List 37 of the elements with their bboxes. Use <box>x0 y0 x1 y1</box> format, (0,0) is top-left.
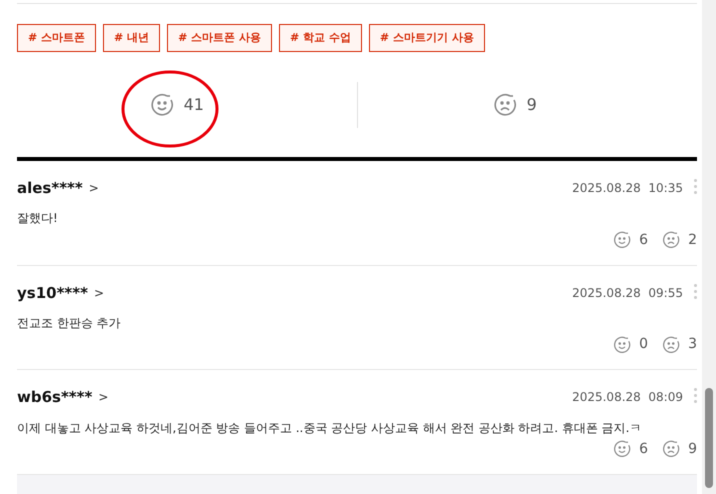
chevron-icon[interactable]: > <box>98 388 108 406</box>
comment-dislike-button[interactable]: 3 <box>662 334 697 356</box>
like-button[interactable]: 41 <box>150 92 204 117</box>
smiley-face-icon <box>613 440 632 458</box>
hashtag-link[interactable]: # 스마트폰 사용 <box>167 24 272 52</box>
hashtag-link[interactable]: # 스마트폰 <box>17 24 96 52</box>
more-options-icon[interactable] <box>694 178 697 194</box>
comment-text: 잘했다! <box>17 210 59 228</box>
comment-time: 2025.08.28 10:35 <box>572 180 683 198</box>
hashtag-link[interactable]: # 학교 수업 <box>278 24 362 52</box>
comment-author[interactable]: wb6s**** <box>17 386 92 409</box>
comment-dislike-button[interactable]: 2 <box>662 230 697 251</box>
comment-text: 이제 대놓고 사상교육 하것네,김어준 방송 들어주고 ..중국 공산당 사상교육 해서 완전 공산화 하려고. 휴대폰 금지.ㅋ <box>17 420 642 437</box>
comment-text: 전교조 한판승 추가 <box>17 315 122 332</box>
more-options-icon[interactable] <box>694 284 697 299</box>
comment-like-button[interactable]: 6 <box>613 438 648 460</box>
chevron-icon[interactable]: > <box>88 179 99 198</box>
chevron-icon[interactable]: > <box>94 284 104 302</box>
sad-face-icon <box>492 92 517 117</box>
scrollbar-thumb[interactable] <box>705 388 713 488</box>
smiley-face-icon <box>613 231 632 250</box>
comment-like-button[interactable]: 6 <box>613 230 648 251</box>
smiley-face-icon <box>150 92 174 117</box>
comment-like-button[interactable]: 0 <box>613 334 648 356</box>
comment-dislike-button[interactable]: 9 <box>662 438 697 460</box>
comment-author[interactable]: ales**** <box>17 176 83 200</box>
smiley-face-icon <box>613 336 632 354</box>
dislike-button[interactable]: 9 <box>492 92 537 117</box>
comment-time: 2025.08.28 08:09 <box>572 389 683 406</box>
sad-face-icon <box>662 440 680 458</box>
sad-face-icon <box>662 336 680 354</box>
comment-author[interactable]: ys10**** <box>17 282 88 304</box>
sad-face-icon <box>662 231 680 250</box>
comment-time: 2025.08.28 09:55 <box>572 284 683 302</box>
hashtag-link[interactable]: # 스마트기기 사용 <box>368 24 485 52</box>
more-options-icon[interactable] <box>694 388 697 404</box>
hashtag-link[interactable]: # 내년 <box>103 24 160 52</box>
